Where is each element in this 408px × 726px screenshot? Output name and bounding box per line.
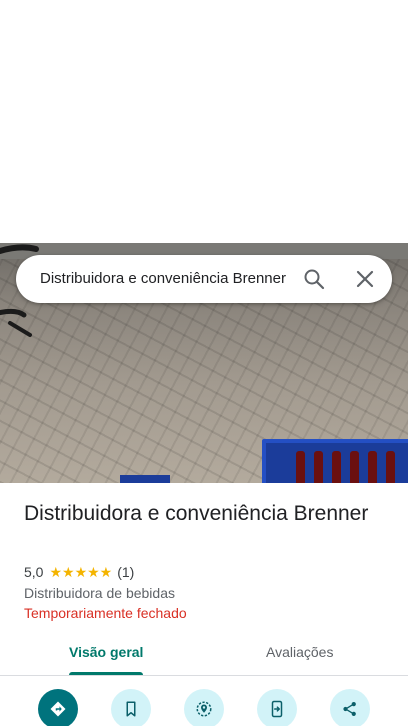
bottle-crate bbox=[262, 439, 408, 483]
search-input[interactable]: Distribuidora e conveniência Brenner bbox=[40, 269, 288, 289]
directions-icon bbox=[50, 701, 66, 717]
nearby-icon bbox=[196, 701, 212, 717]
save-button[interactable] bbox=[111, 689, 151, 726]
place-category: Distribuidora de bebidas bbox=[24, 585, 175, 601]
tab-overview[interactable]: Visão geral bbox=[69, 643, 143, 661]
status-text: Temporariamente fechado bbox=[24, 605, 187, 621]
search-icon[interactable] bbox=[302, 267, 326, 291]
search-bar[interactable]: Distribuidora e conveniência Brenner bbox=[16, 255, 392, 303]
rating-value: 5,0 bbox=[24, 564, 44, 580]
review-count: (1) bbox=[117, 564, 135, 580]
send-to-phone-button[interactable] bbox=[257, 689, 297, 726]
send-to-phone-icon bbox=[271, 700, 283, 718]
close-icon[interactable] bbox=[353, 267, 377, 291]
tab-reviews[interactable]: Avaliações bbox=[266, 643, 333, 661]
tab-divider bbox=[0, 675, 408, 676]
place-title: Distribuidora e conveniência Brenner bbox=[24, 502, 369, 525]
rating-stars-icon: ★★★★★ bbox=[49, 563, 113, 580]
nearby-button[interactable] bbox=[184, 689, 224, 726]
directions-button[interactable] bbox=[38, 689, 78, 726]
bookmark-icon bbox=[126, 701, 136, 717]
rating-row[interactable]: 5,0 ★★★★★ (1) bbox=[24, 563, 134, 581]
bottle-crate bbox=[120, 475, 170, 483]
map-area bbox=[0, 0, 408, 243]
share-icon bbox=[343, 702, 356, 716]
share-button[interactable] bbox=[330, 689, 370, 726]
